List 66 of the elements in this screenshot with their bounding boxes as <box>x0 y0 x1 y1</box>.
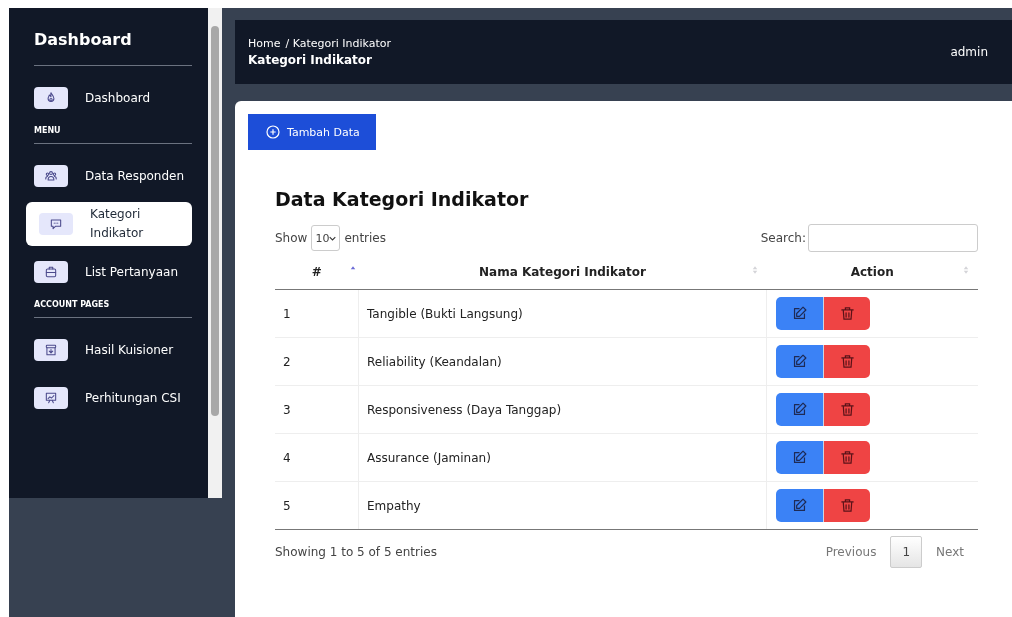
trash-icon <box>838 305 856 322</box>
edit-icon <box>791 497 808 514</box>
briefcase-icon <box>44 265 58 279</box>
entries-select[interactable]: 10 <box>311 225 341 251</box>
edit-button[interactable] <box>776 489 823 522</box>
users-icon <box>44 169 58 183</box>
add-data-button[interactable]: Tambah Data <box>248 114 376 150</box>
category-name: Responsiveness (Daya Tanggap) <box>367 402 562 417</box>
edit-icon <box>791 305 808 322</box>
delete-button[interactable] <box>823 441 870 474</box>
edit-icon <box>791 449 808 466</box>
edit-button[interactable] <box>776 297 823 330</box>
page-button[interactable]: 1 <box>890 536 923 568</box>
row-number: 5 <box>283 498 291 513</box>
show-label: Show <box>275 231 308 245</box>
trash-icon <box>838 401 856 418</box>
page-title: Kategori Indikator <box>248 53 373 67</box>
category-name: Reliability (Keandalan) <box>367 354 502 369</box>
chat-icon <box>49 217 63 231</box>
delete-button[interactable] <box>823 345 870 378</box>
breadcrumb-link[interactable]: / Kategori Indikator <box>285 37 392 50</box>
sidebar-item[interactable]: Perhitungan CSI <box>26 376 192 420</box>
scrollbar[interactable] <box>208 8 222 498</box>
sidebar-item[interactable]: Dashboard <box>26 76 192 120</box>
column-header[interactable]: # <box>275 255 359 290</box>
trash-icon <box>838 449 856 466</box>
chart-icon <box>44 391 58 405</box>
category-name: Assurance (Jaminan) <box>367 450 491 465</box>
row-number: 3 <box>283 402 291 417</box>
sidebar-item[interactable]: List Pertanyaan <box>26 250 192 294</box>
flame-icon <box>44 91 58 105</box>
sidebar-heading: ACCOUNT PAGES <box>33 300 111 309</box>
sidebar-item[interactable]: Hasil Kuisioner <box>26 328 192 372</box>
edit-button[interactable] <box>776 441 823 474</box>
column-header[interactable]: Nama Kategori Indikator <box>358 255 767 290</box>
row-number: 4 <box>283 450 291 465</box>
previous-link[interactable]: Previous <box>825 545 877 559</box>
user-name[interactable]: admin <box>950 45 988 59</box>
row-number: 2 <box>283 354 291 369</box>
archive-icon <box>44 343 58 357</box>
delete-button[interactable] <box>823 297 870 330</box>
caret-icon <box>329 234 337 242</box>
trash-icon <box>838 353 856 370</box>
category-name: Tangible (Bukti Langsung) <box>367 306 523 321</box>
edit-button[interactable] <box>776 393 823 426</box>
trash-icon <box>838 497 856 514</box>
search-label: Search: <box>760 231 806 245</box>
search-field[interactable] <box>808 224 978 252</box>
delete-button[interactable] <box>823 489 870 522</box>
sidebar-item[interactable]: Kategori Indikator <box>26 202 192 246</box>
edit-button[interactable] <box>776 345 823 378</box>
edit-icon <box>791 353 808 370</box>
sidebar-heading: MENU <box>33 126 62 135</box>
next-link[interactable]: Next <box>936 545 964 559</box>
entries-label: entries <box>344 231 386 245</box>
plus-circle-icon <box>265 124 281 140</box>
edit-icon <box>791 401 808 418</box>
sidebar-item[interactable]: Data Responden <box>26 154 192 198</box>
row-number: 1 <box>283 306 291 321</box>
sidebar-title: Dashboard <box>33 30 133 51</box>
delete-button[interactable] <box>823 393 870 426</box>
column-header[interactable]: Action <box>766 255 978 290</box>
entries-info: Showing 1 to 5 of 5 entries <box>275 545 437 559</box>
category-name: Empathy <box>367 498 421 513</box>
card-title: Data Kategori Indikator <box>275 188 530 210</box>
breadcrumb-link[interactable]: Home <box>248 37 281 50</box>
